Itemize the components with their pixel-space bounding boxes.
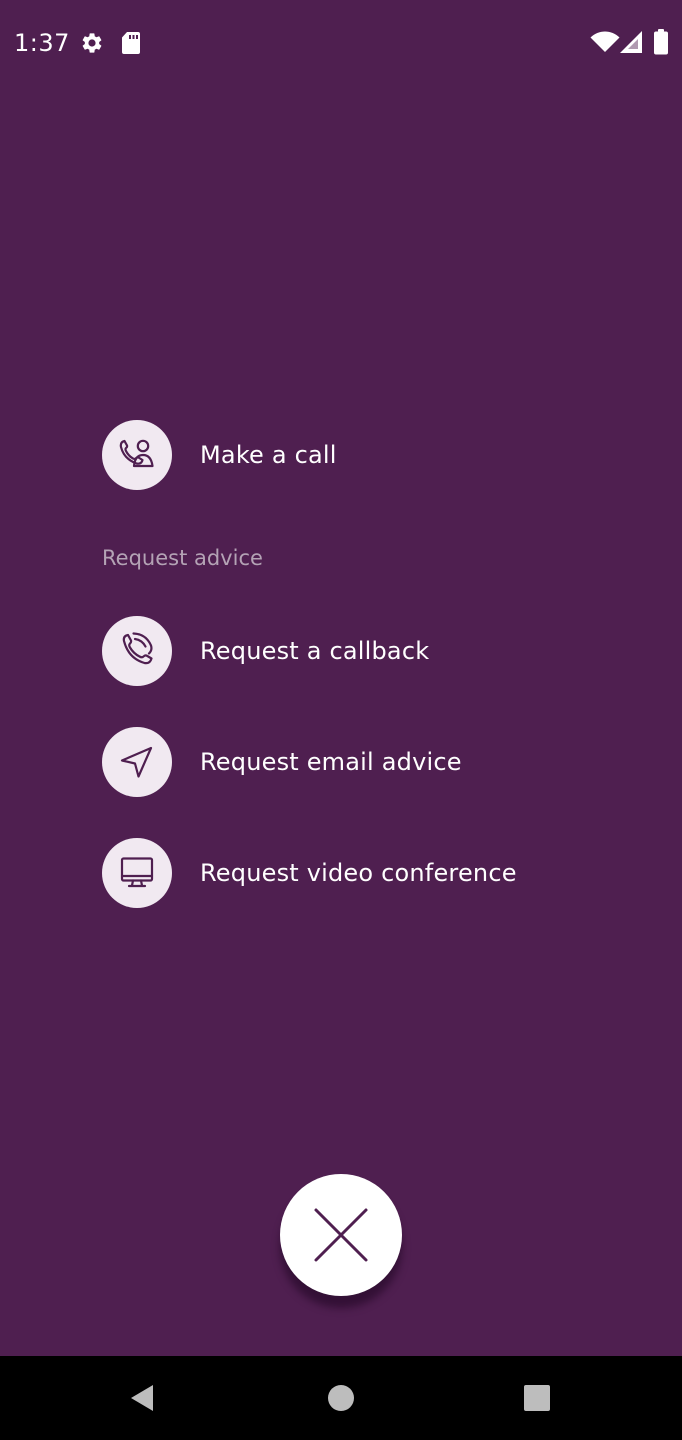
recents-icon bbox=[524, 1385, 550, 1411]
phone-callback-icon bbox=[122, 632, 153, 665]
make-call-icon-circle bbox=[102, 420, 172, 490]
cell-signal-icon bbox=[620, 31, 642, 53]
request-email-advice-label: Request email advice bbox=[200, 748, 462, 776]
back-icon bbox=[131, 1385, 153, 1411]
close-button[interactable] bbox=[280, 1174, 402, 1296]
wifi-icon bbox=[590, 31, 620, 52]
request-callback-icon-circle bbox=[102, 616, 172, 686]
request-email-advice-button[interactable]: Request email advice bbox=[102, 727, 462, 797]
navigation-bar bbox=[0, 1356, 682, 1440]
settings-icon bbox=[82, 33, 102, 53]
nav-home-button[interactable] bbox=[301, 1356, 381, 1440]
battery-icon bbox=[654, 29, 668, 55]
request-advice-heading: Request advice bbox=[102, 546, 263, 570]
request-callback-label: Request a callback bbox=[200, 637, 430, 665]
monitor-icon bbox=[120, 857, 154, 888]
phone-person-icon bbox=[119, 439, 154, 468]
request-callback-button[interactable]: Request a callback bbox=[102, 616, 429, 686]
nav-recents-button[interactable] bbox=[497, 1356, 577, 1440]
close-icon bbox=[314, 1208, 368, 1262]
home-icon bbox=[328, 1385, 354, 1411]
request-email-icon-circle bbox=[102, 727, 172, 797]
nav-back-button[interactable] bbox=[102, 1356, 182, 1440]
status-bar: 1:37 bbox=[0, 0, 682, 84]
status-time: 1:37 bbox=[14, 29, 70, 57]
request-video-conference-label: Request video conference bbox=[200, 859, 517, 887]
request-video-conference-button[interactable]: Request video conference bbox=[102, 838, 517, 908]
make-call-label: Make a call bbox=[200, 441, 337, 469]
make-call-button[interactable]: Make a call bbox=[102, 420, 337, 490]
sd-card-icon bbox=[122, 32, 140, 54]
send-icon bbox=[120, 746, 153, 778]
request-video-icon-circle bbox=[102, 838, 172, 908]
